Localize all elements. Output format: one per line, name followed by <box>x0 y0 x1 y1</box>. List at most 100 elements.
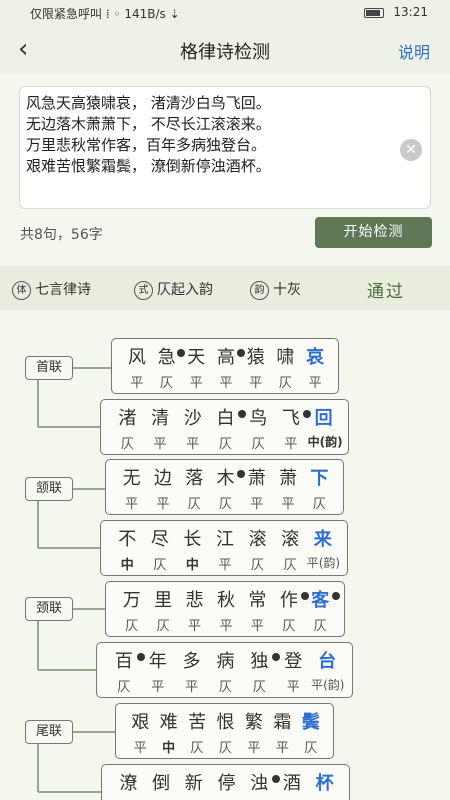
verse-char: 高 <box>217 347 235 368</box>
variant-mark-icon <box>271 775 280 783</box>
verse-tone: 平 <box>188 619 202 634</box>
verse-line[interactable]: 无平边平落仄木仄萧平萧平下仄 <box>105 459 344 515</box>
verse-char: 悲 <box>185 590 204 611</box>
status-bar: 仅限紧急呼叫 ⁞ ◦ 141B/s ⇣ 13:21 <box>0 0 450 26</box>
variant-mark-icon <box>332 592 340 600</box>
form-label: 七言律诗 <box>35 282 91 298</box>
verse-tone: 仄 <box>125 619 139 634</box>
verse-tone: 中 <box>162 741 176 756</box>
pattern-tag: 式仄起入韵 <box>134 279 213 300</box>
verse-line[interactable]: 艰平难中苦仄恨仄繁平霜平鬓仄 <box>115 703 334 759</box>
verse-char: 风 <box>127 347 146 368</box>
verse-char: 白 <box>216 408 235 429</box>
verse-char: 天 <box>187 347 206 368</box>
verse-tone: 平 <box>275 741 289 756</box>
verse-char: 多 <box>182 651 201 672</box>
connector-line <box>38 426 100 428</box>
verse-tone: 平 <box>218 558 232 573</box>
verse-line[interactable]: 风平急仄天平高平猿平啸仄哀平 <box>111 338 339 394</box>
verse-tone: 平 <box>185 680 199 695</box>
verse-char: 常 <box>248 590 267 611</box>
connector-line <box>73 731 115 733</box>
verse-tone: 仄 <box>120 437 134 452</box>
verse-char: 酒 <box>282 773 301 794</box>
verse-char: 江 <box>216 529 234 550</box>
verse-line[interactable]: 潦倒新停浊酒杯 <box>101 764 350 800</box>
verse-tone: 仄 <box>218 497 232 512</box>
poem-line: 风急天高猿啸哀， 渚清沙白鸟飞回。 <box>26 94 271 112</box>
verse-tone: 中 <box>120 558 134 573</box>
verse-tone: 仄 <box>251 558 265 573</box>
couplet-label: 首联 <box>25 356 73 380</box>
verse-char: 倒 <box>152 773 171 794</box>
verse-tone: 平 <box>153 437 167 452</box>
verse-char: 来 <box>313 529 332 550</box>
clear-icon[interactable]: ✕ <box>400 139 422 161</box>
rhyme-icon: 韵 <box>250 280 269 300</box>
verse-tone: 平 <box>284 437 298 452</box>
connector-line <box>73 608 105 610</box>
verse-char: 台 <box>318 651 337 672</box>
verse-tone: 仄 <box>312 497 326 512</box>
verse-tone: 仄 <box>153 558 167 573</box>
status-left: 仅限紧急呼叫 ⁞ ◦ 141B/s ⇣ <box>30 7 180 21</box>
verse-char: 啸 <box>276 347 295 368</box>
couplet-label: 尾联 <box>25 720 73 744</box>
connector-line <box>38 791 101 793</box>
char-count: 共8句，56字 <box>20 227 103 243</box>
result-bar: 体七言律诗 式仄起入韵 韵十灰 通过 <box>0 266 450 310</box>
verse-tone: 平 <box>156 497 170 512</box>
verse-char: 急 <box>157 347 176 368</box>
help-link[interactable]: 说明 <box>398 39 430 63</box>
verse-char: 年 <box>148 651 167 672</box>
verse-line[interactable]: 万仄里仄悲平秋平常平作仄客仄 <box>105 581 345 637</box>
verse-char: 不 <box>118 529 137 550</box>
verse-tone: 中 <box>185 558 199 573</box>
verse-tone: 平 <box>219 376 233 391</box>
verse-char: 繁 <box>244 712 263 733</box>
verse-tone: 仄 <box>304 741 318 756</box>
couplet-label: 颔联 <box>25 477 73 501</box>
verse-char: 难 <box>159 712 178 733</box>
variant-mark-icon <box>300 592 309 600</box>
verse-char: 无 <box>122 468 141 489</box>
verse-line[interactable]: 渚仄清平沙平白仄鸟仄飞平回中(韵) <box>100 399 349 455</box>
verse-char: 秋 <box>217 590 235 611</box>
verse-char: 鸟 <box>249 408 268 429</box>
connector-line <box>37 621 39 670</box>
verse-tone: 仄 <box>117 680 131 695</box>
verse-char: 浊 <box>250 773 269 794</box>
poem-input[interactable]: 风急天高猿啸哀， 渚清沙白鸟飞回。 无边落木萧萧下， 不尽长江滚滚来。 万里悲秋… <box>19 86 431 209</box>
verse-tone: 仄 <box>278 376 292 391</box>
verse-char: 霜 <box>273 712 292 733</box>
verse-tone: 仄 <box>313 619 327 634</box>
verse-tone: 仄 <box>218 437 232 452</box>
verse-tone: 仄 <box>218 680 232 695</box>
pattern-label: 仄起入韵 <box>157 282 213 298</box>
status-time: 13:21 <box>393 5 428 19</box>
form-icon: 体 <box>12 280 31 300</box>
verse-char: 渚 <box>118 408 137 429</box>
form-tag: 体七言律诗 <box>12 279 91 300</box>
verse-tone: 平 <box>308 376 322 391</box>
verse-char: 艰 <box>131 712 150 733</box>
verse-char: 杯 <box>315 773 334 794</box>
analysis-area: 首联风平急仄天平高平猿平啸仄哀平渚仄清平沙平白仄鸟仄飞平回中(韵) 颔联无平边平落… <box>0 310 450 800</box>
verse-tone: 平 <box>286 680 300 695</box>
verse-line[interactable]: 百仄年平多平病仄独仄登平台平(韵) <box>96 642 353 698</box>
verse-tone: 中(韵) <box>307 435 343 449</box>
verse-tone: 平 <box>151 680 165 695</box>
verse-char: 登 <box>284 651 303 672</box>
variant-mark-icon <box>236 349 245 357</box>
verse-char: 猿 <box>246 347 265 368</box>
start-check-button[interactable]: 开始检测 <box>315 217 432 248</box>
verse-char: 哀 <box>306 347 325 368</box>
verse-line[interactable]: 不中尽仄长中江平滚仄滚仄来平(韵) <box>100 520 348 576</box>
verse-char: 停 <box>217 773 236 794</box>
verse-tone: 仄 <box>283 558 297 573</box>
poem-line: 无边落木萧萧下， 不尽长江滚滚来。 <box>26 115 271 133</box>
verse-char: 萧 <box>247 468 266 489</box>
verse-char: 病 <box>216 651 235 672</box>
verse-char: 长 <box>183 529 202 550</box>
verse-char: 恨 <box>216 712 235 733</box>
